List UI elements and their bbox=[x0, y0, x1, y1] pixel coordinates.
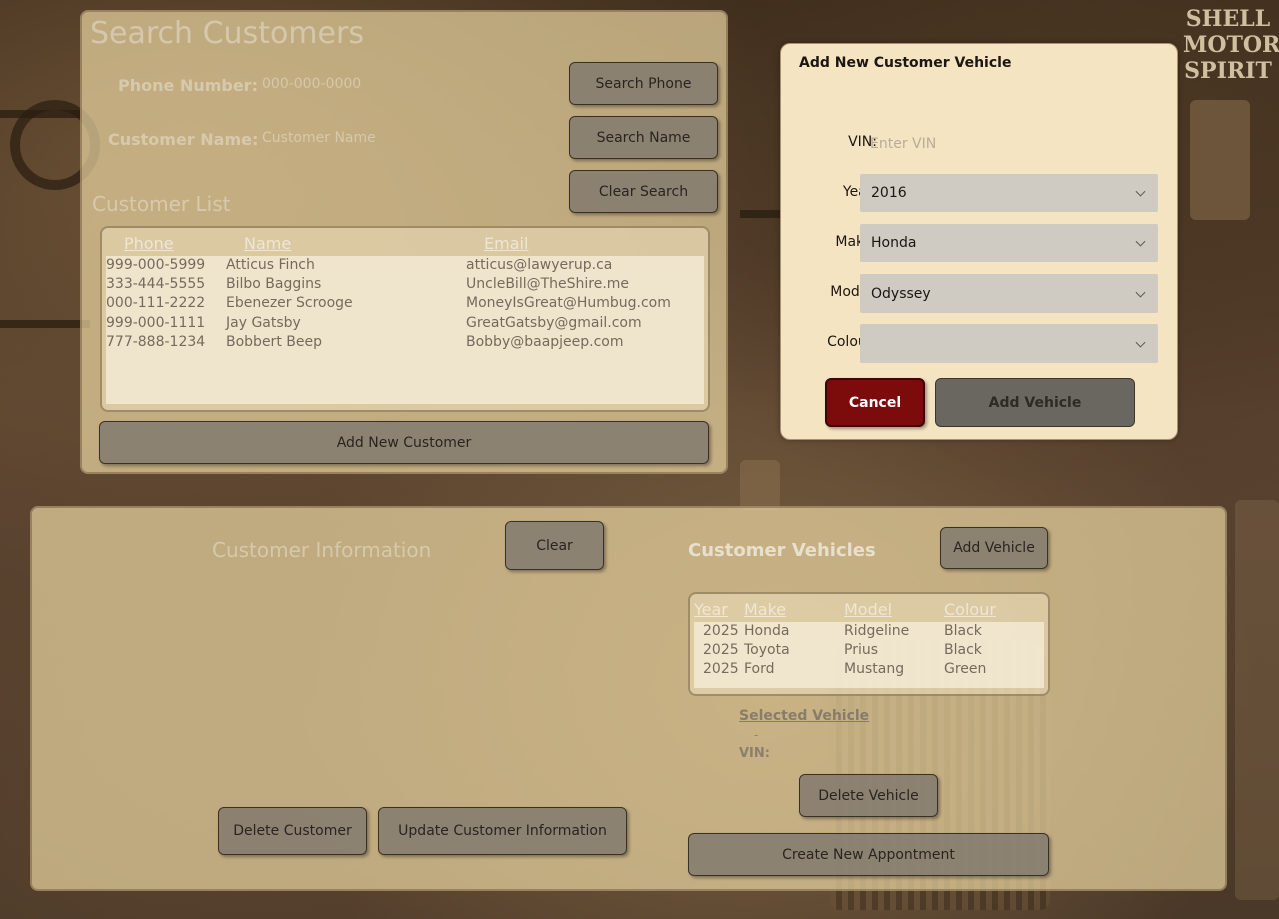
customer-information-title: Customer Information bbox=[212, 538, 432, 562]
customer-list-title: Customer List bbox=[92, 192, 231, 216]
clear-button[interactable]: Clear bbox=[505, 521, 604, 570]
year-select[interactable]: 2016 bbox=[860, 174, 1158, 212]
make-select[interactable]: Honda bbox=[860, 224, 1158, 262]
cell-email: atticus@lawyerup.ca bbox=[466, 257, 613, 273]
table-row[interactable]: 999-000-5999 Atticus Finch atticus@lawyeru… bbox=[106, 257, 704, 276]
table-row[interactable]: 000-111-2222 Ebenezer Scrooge MoneyIsGreat… bbox=[106, 295, 704, 314]
selected-vehicle-label: Selected Vehicle bbox=[739, 708, 870, 724]
add-vehicle-button[interactable]: Add Vehicle bbox=[940, 527, 1048, 569]
shelf bbox=[740, 210, 780, 218]
chevron-down-icon bbox=[1135, 236, 1146, 247]
delete-customer-button[interactable]: Delete Customer bbox=[218, 807, 367, 855]
clear-search-button[interactable]: Clear Search bbox=[569, 170, 718, 213]
column-header-model[interactable]: Model bbox=[844, 600, 892, 619]
model-select[interactable]: Odyssey bbox=[860, 274, 1158, 313]
delete-vehicle-button[interactable]: Delete Vehicle bbox=[799, 774, 938, 817]
make-value: Honda bbox=[871, 235, 917, 251]
table-row[interactable]: 2025 Honda Ridgeline Black bbox=[694, 623, 1044, 642]
column-header-colour[interactable]: Colour bbox=[944, 600, 996, 619]
cell-phone: 999-000-5999 bbox=[106, 257, 206, 273]
colour-select[interactable] bbox=[860, 324, 1158, 363]
customer-list-body: 999-000-5999 Atticus Finch atticus@lawyeru… bbox=[106, 256, 704, 404]
add-vehicle-dialog: Add New Customer Vehicle VIN: Enter VIN … bbox=[780, 43, 1178, 440]
search-name-button[interactable]: Search Name bbox=[569, 116, 718, 159]
customer-name-input[interactable]: Customer Name bbox=[262, 130, 376, 146]
cell-year: 2025 bbox=[703, 661, 739, 677]
shelf bbox=[0, 320, 90, 328]
cell-name: Atticus Finch bbox=[226, 257, 315, 273]
cell-model: Mustang bbox=[844, 661, 905, 677]
update-customer-button[interactable]: Update Customer Information bbox=[378, 807, 627, 855]
customer-list[interactable]: Phone Name Email 999-000-5999 Atticus Fin… bbox=[100, 226, 710, 412]
pipe bbox=[1235, 500, 1279, 900]
search-customers-title: Search Customers bbox=[90, 16, 364, 51]
column-header-email[interactable]: Email bbox=[484, 234, 528, 253]
selected-vehicle-value: - bbox=[754, 728, 759, 742]
can bbox=[740, 460, 780, 510]
table-row[interactable]: 777-888-1234 Bobbert Beep Bobby@baapjeep.c… bbox=[106, 334, 704, 353]
can bbox=[1190, 100, 1250, 220]
phone-number-label: Phone Number: bbox=[118, 76, 258, 95]
cell-model: Ridgeline bbox=[844, 623, 910, 639]
vin-label: VIN: bbox=[848, 134, 877, 150]
vehicle-list[interactable]: Year Make Model Colour 2025 Honda Ridgelin… bbox=[688, 592, 1050, 696]
cell-colour: Black bbox=[944, 623, 982, 639]
create-appointment-button[interactable]: Create New Appontment bbox=[688, 833, 1049, 876]
cell-name: Bilbo Baggins bbox=[226, 276, 322, 292]
cell-model: Prius bbox=[844, 642, 879, 658]
chevron-down-icon bbox=[1135, 337, 1146, 348]
cell-phone: 999-000-1111 bbox=[106, 315, 206, 331]
column-header-phone[interactable]: Phone bbox=[124, 234, 174, 253]
cell-phone: 000-111-2222 bbox=[106, 295, 206, 311]
cell-make: Honda bbox=[744, 623, 790, 639]
table-row[interactable]: 999-000-1111 Jay Gatsby GreatGatsby@gmail.… bbox=[106, 315, 704, 334]
cell-name: Ebenezer Scrooge bbox=[226, 295, 353, 311]
vin-input[interactable]: Enter VIN bbox=[870, 136, 1160, 152]
cancel-button[interactable]: Cancel bbox=[825, 378, 925, 427]
table-row[interactable]: 333-444-5555 Bilbo Baggins UncleBill@TheSh… bbox=[106, 276, 704, 295]
customer-vehicles-title: Customer Vehicles bbox=[688, 540, 876, 561]
table-row[interactable]: 2025 Toyota Prius Black bbox=[694, 642, 1044, 661]
cell-make: Ford bbox=[744, 661, 775, 677]
vin-label: VIN: bbox=[739, 746, 770, 761]
model-value: Odyssey bbox=[871, 285, 931, 302]
phone-number-input[interactable]: 000-000-0000 bbox=[262, 76, 361, 92]
cell-year: 2025 bbox=[703, 642, 739, 658]
dialog-title: Add New Customer Vehicle bbox=[799, 55, 1012, 71]
chevron-down-icon bbox=[1135, 287, 1146, 298]
column-header-year[interactable]: Year bbox=[694, 600, 728, 619]
year-value: 2016 bbox=[871, 185, 907, 201]
search-phone-button[interactable]: Search Phone bbox=[569, 62, 718, 105]
cell-email: Bobby@baapjeep.com bbox=[466, 334, 624, 350]
cell-colour: Green bbox=[944, 661, 987, 677]
column-header-name[interactable]: Name bbox=[244, 234, 291, 253]
cell-year: 2025 bbox=[703, 623, 739, 639]
cell-email: GreatGatsby@gmail.com bbox=[466, 315, 642, 331]
add-new-customer-button[interactable]: Add New Customer bbox=[99, 421, 709, 464]
cell-phone: 777-888-1234 bbox=[106, 334, 206, 350]
cell-email: MoneyIsGreat@Humbug.com bbox=[466, 295, 671, 311]
cell-make: Toyota bbox=[744, 642, 790, 658]
table-row[interactable]: 2025 Ford Mustang Green bbox=[694, 661, 1044, 680]
column-header-make[interactable]: Make bbox=[744, 600, 786, 619]
chevron-down-icon bbox=[1135, 186, 1146, 197]
cell-name: Bobbert Beep bbox=[226, 334, 322, 350]
cell-email: UncleBill@TheShire.me bbox=[466, 276, 630, 292]
add-vehicle-confirm-button[interactable]: Add Vehicle bbox=[935, 378, 1135, 427]
shell-motor-spirit-sign: SHELL MOTOR SPIRIT bbox=[1183, 6, 1279, 84]
cell-name: Jay Gatsby bbox=[226, 315, 301, 331]
vehicle-list-body: 2025 Honda Ridgeline Black 2025 Toyota Prius B… bbox=[694, 622, 1044, 688]
cell-colour: Black bbox=[944, 642, 982, 658]
customer-name-label: Customer Name: bbox=[108, 130, 259, 149]
cell-phone: 333-444-5555 bbox=[106, 276, 206, 292]
